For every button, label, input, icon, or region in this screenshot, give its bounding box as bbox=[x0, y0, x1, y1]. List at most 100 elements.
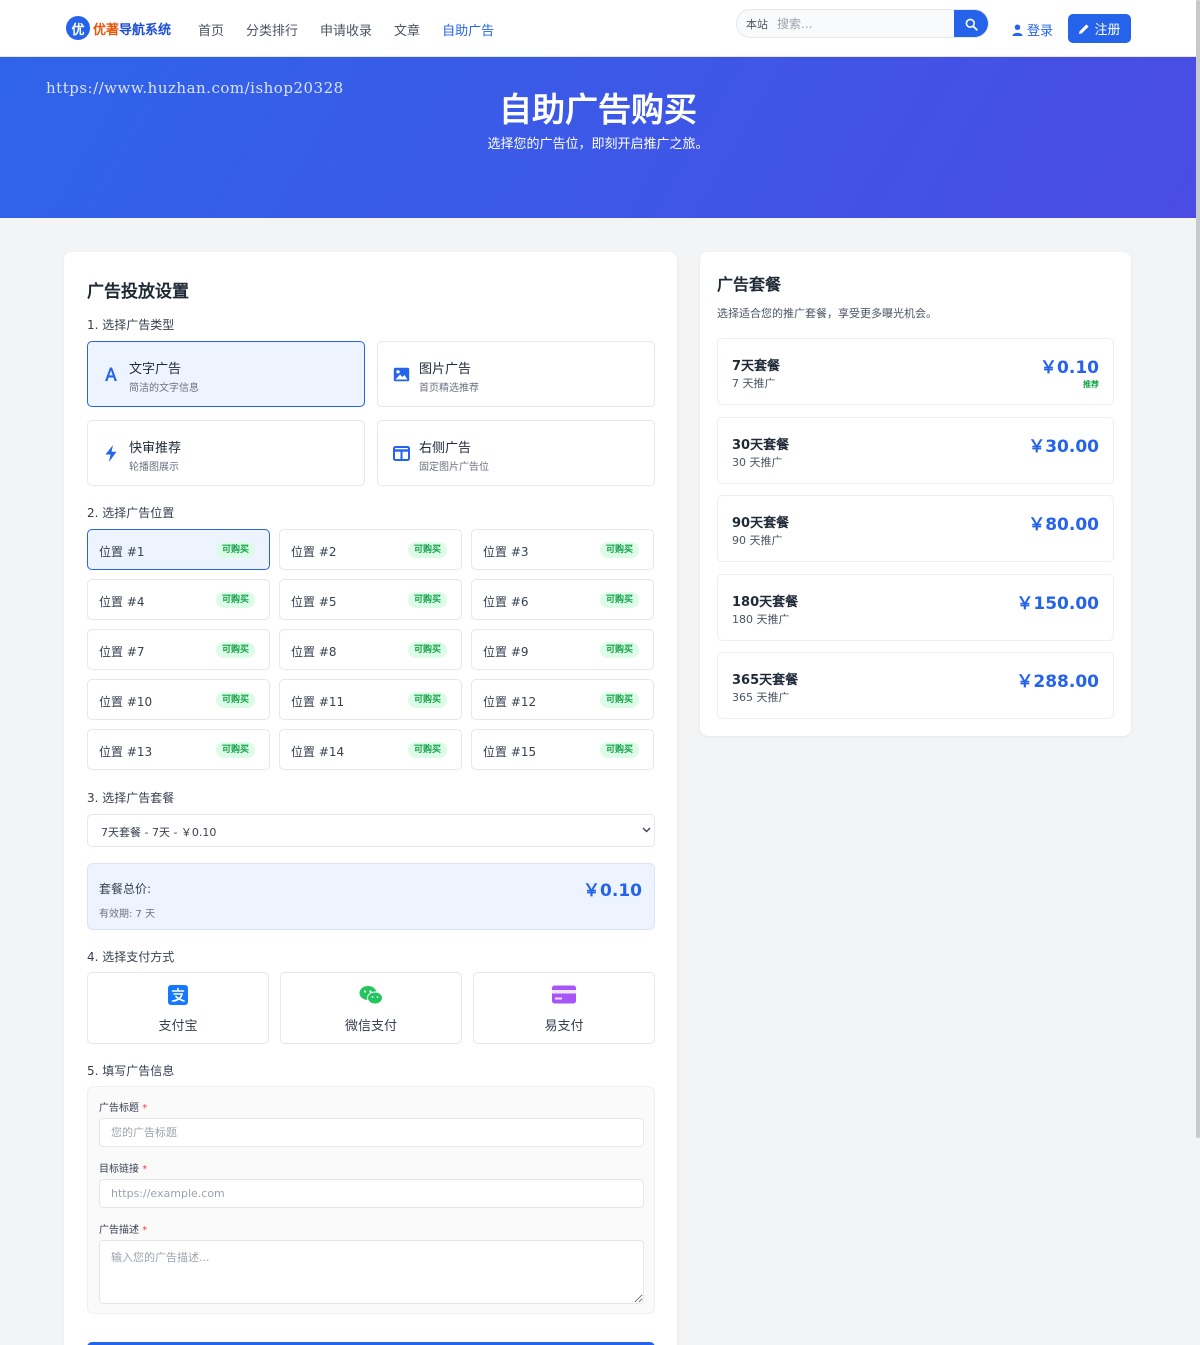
pencil-icon bbox=[1079, 23, 1090, 34]
wechat-icon bbox=[281, 985, 461, 1005]
nav-self-ads[interactable]: 自助广告 bbox=[442, 20, 494, 39]
ad-type-desc: 简洁的文字信息 bbox=[129, 383, 199, 394]
position-option[interactable]: 位置 #2 可购买 bbox=[279, 529, 462, 570]
hero-banner: https://www.huzhan.com/ishop20328 自助广告购买… bbox=[0, 57, 1196, 218]
pay-epay[interactable]: 易支付 bbox=[473, 972, 655, 1044]
available-badge: 可购买 bbox=[599, 642, 639, 658]
package-duration: 365 天推广 bbox=[732, 691, 790, 704]
position-option[interactable]: 位置 #9 可购买 bbox=[471, 629, 654, 670]
payment-name: 易支付 bbox=[544, 1019, 584, 1034]
position-option[interactable]: 位置 #10 可购买 bbox=[87, 679, 270, 720]
position-option[interactable]: 位置 #4 可购买 bbox=[87, 579, 270, 620]
position-option[interactable]: 位置 #5 可购买 bbox=[279, 579, 462, 620]
position-option[interactable]: 位置 #15 可购买 bbox=[471, 729, 654, 770]
logo-badge: 优 bbox=[66, 16, 90, 40]
available-badge: 可购买 bbox=[407, 542, 447, 558]
available-badge: 可购买 bbox=[215, 692, 255, 708]
package-price: ￥150.00 bbox=[1016, 593, 1099, 614]
package-price: ￥0.10 bbox=[1040, 358, 1099, 378]
position-option[interactable]: 位置 #11 可购买 bbox=[279, 679, 462, 720]
ad-desc-label: 广告描述 * bbox=[99, 1221, 147, 1236]
position-option[interactable]: 位置 #13 可购买 bbox=[87, 729, 270, 770]
ad-type-desc: 固定图片广告位 bbox=[419, 462, 489, 473]
validity-text: 有效期: 7 天 bbox=[99, 909, 156, 920]
step-payment-label: 4. 选择支付方式 bbox=[87, 950, 175, 964]
text-icon bbox=[102, 365, 120, 383]
ad-type-image[interactable]: 图片广告 首页精选推荐 bbox=[377, 341, 655, 407]
search-input[interactable] bbox=[777, 13, 947, 35]
package-name: 365天套餐 bbox=[732, 673, 799, 688]
position-option[interactable]: 位置 #3 可购买 bbox=[471, 529, 654, 570]
package-duration: 90 天推广 bbox=[732, 534, 783, 547]
register-button[interactable]: 注册 bbox=[1068, 14, 1131, 43]
search-bar: 本站 bbox=[736, 9, 989, 38]
position-option[interactable]: 位置 #6 可购买 bbox=[471, 579, 654, 620]
package-option[interactable]: 365天套餐 365 天推广 ￥288.00 bbox=[717, 652, 1114, 719]
nav-articles[interactable]: 文章 bbox=[394, 20, 420, 39]
site-logo[interactable]: 优 优著导航系统 bbox=[66, 16, 171, 40]
position-label: 位置 #8 bbox=[291, 645, 337, 659]
target-url-input[interactable] bbox=[99, 1179, 644, 1208]
payment-name: 支付宝 bbox=[158, 1019, 198, 1034]
ad-type-fast-review[interactable]: 快审推荐 轮播图展示 bbox=[87, 420, 365, 486]
ad-desc-textarea[interactable] bbox=[99, 1240, 644, 1304]
available-badge: 可购买 bbox=[215, 642, 255, 658]
package-price: ￥288.00 bbox=[1016, 672, 1099, 692]
package-option[interactable]: 7天套餐 7 天推广 ￥0.10 推荐 bbox=[717, 338, 1114, 405]
register-label: 注册 bbox=[1094, 23, 1121, 38]
packages-title: 广告套餐 bbox=[717, 275, 782, 294]
position-label: 位置 #4 bbox=[99, 595, 145, 609]
position-option[interactable]: 位置 #1 可购买 bbox=[87, 529, 270, 570]
package-option[interactable]: 180天套餐 180 天推广 ￥150.00 bbox=[717, 573, 1114, 641]
page-scrollbar[interactable] bbox=[1196, 0, 1200, 1138]
position-option[interactable]: 位置 #8 可购买 bbox=[279, 629, 462, 670]
ad-title-input[interactable] bbox=[99, 1118, 644, 1147]
pay-wechat[interactable]: 微信支付 bbox=[280, 972, 462, 1044]
alipay-icon bbox=[88, 985, 268, 1005]
package-duration: 30 天推广 bbox=[732, 455, 783, 469]
package-price: ￥80.00 bbox=[1028, 515, 1099, 535]
search-scope-select[interactable]: 本站 bbox=[746, 16, 768, 32]
package-option[interactable]: 90天套餐 90 天推广 ￥80.00 bbox=[717, 495, 1114, 562]
user-icon bbox=[1012, 24, 1023, 36]
total-price: ￥0.10 bbox=[583, 881, 642, 901]
search-button[interactable] bbox=[954, 10, 988, 37]
available-badge: 可购买 bbox=[407, 642, 447, 658]
position-label: 位置 #10 bbox=[99, 695, 153, 709]
ad-type-right-side[interactable]: 右侧广告 固定图片广告位 bbox=[377, 420, 655, 486]
available-badge: 可购买 bbox=[215, 542, 255, 558]
package-name: 90天套餐 bbox=[732, 516, 790, 531]
position-option[interactable]: 位置 #14 可购买 bbox=[279, 729, 462, 770]
packages-desc: 选择适合您的推广套餐，享受更多曝光机会。 bbox=[717, 307, 937, 320]
target-url-label: 目标链接 * bbox=[99, 1160, 147, 1175]
package-name: 180天套餐 bbox=[732, 594, 799, 610]
package-select-value: 7天套餐 - 7天 - ￥0.10 bbox=[101, 826, 217, 839]
bolt-icon bbox=[102, 444, 120, 462]
ad-type-text[interactable]: 文字广告 简洁的文字信息 bbox=[87, 341, 365, 407]
position-label: 位置 #11 bbox=[291, 695, 345, 709]
package-duration: 7 天推广 bbox=[732, 377, 776, 390]
columns-icon bbox=[392, 444, 410, 462]
ad-type-title: 快审推荐 bbox=[129, 441, 182, 456]
ad-title-label: 广告标题 * bbox=[99, 1099, 147, 1114]
step-info-label: 5. 填写广告信息 bbox=[87, 1064, 175, 1078]
image-icon bbox=[392, 365, 410, 383]
available-badge: 可购买 bbox=[599, 742, 639, 758]
pay-alipay[interactable]: 支付宝 bbox=[87, 972, 269, 1044]
package-select[interactable]: 7天套餐 - 7天 - ￥0.10 bbox=[87, 814, 655, 847]
credit-card-icon bbox=[474, 985, 654, 1004]
position-option[interactable]: 位置 #12 可购买 bbox=[471, 679, 654, 720]
login-link[interactable]: 登录 bbox=[1012, 20, 1053, 39]
total-price-box: 套餐总价: ￥0.10 有效期: 7 天 bbox=[87, 863, 655, 930]
search-icon bbox=[965, 18, 978, 31]
nav-submit-site[interactable]: 申请收录 bbox=[320, 20, 372, 39]
nav-home[interactable]: 首页 bbox=[198, 20, 224, 39]
position-label: 位置 #14 bbox=[291, 745, 345, 759]
position-option[interactable]: 位置 #7 可购买 bbox=[87, 629, 270, 670]
nav-ranking[interactable]: 分类排行 bbox=[246, 20, 298, 39]
package-option[interactable]: 30天套餐 30 天推广 ￥30.00 bbox=[717, 416, 1114, 484]
ad-type-title: 右侧广告 bbox=[419, 441, 472, 456]
ad-type-title: 文字广告 bbox=[129, 362, 182, 377]
package-name: 7天套餐 bbox=[732, 359, 781, 374]
position-label: 位置 #7 bbox=[99, 645, 145, 659]
